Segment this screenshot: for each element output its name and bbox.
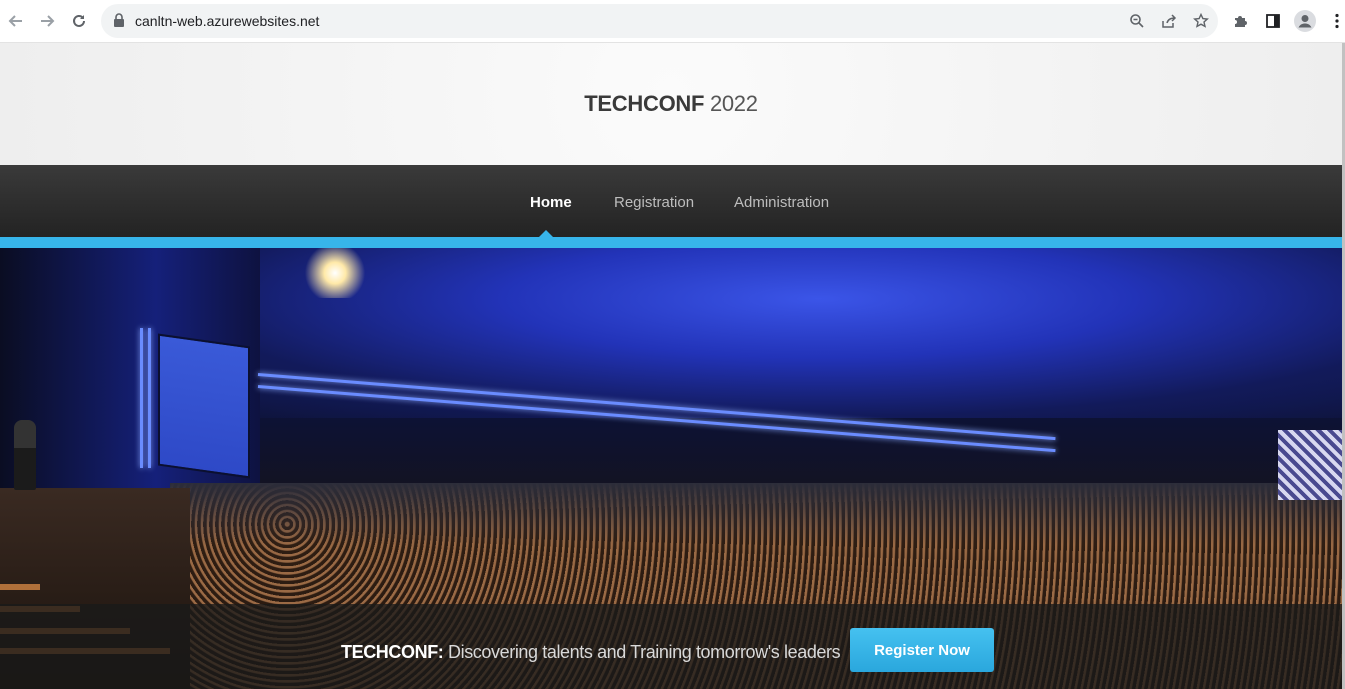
browser-menu-button[interactable] [1326,10,1345,32]
reload-button[interactable] [67,9,91,33]
site-brand: TECHCONF [584,91,705,116]
nav-administration[interactable]: Administration [734,194,829,211]
side-panel-button[interactable] [1262,10,1284,32]
profile-button[interactable] [1294,10,1316,32]
stage-screen [158,333,250,479]
share-button[interactable] [1159,11,1179,31]
kebab-menu-icon [1335,13,1339,29]
puzzle-icon [1235,16,1247,27]
bookmark-button[interactable] [1191,11,1211,31]
forward-button[interactable] [35,9,59,33]
tagline-text: Discovering talents and Training tomorro… [448,642,841,662]
extensions-button[interactable] [1230,10,1252,32]
hero-banner: TECHCONF: Discovering talents and Traini… [0,248,1342,689]
lock-icon [114,13,124,27]
zoom-button[interactable] [1127,11,1147,31]
side-panel-icon [1266,14,1280,28]
accent-bar [0,237,1342,248]
share-icon [1162,14,1177,28]
address-bar[interactable]: canltn-web.azurewebsites.net [101,4,1218,38]
zoom-icon [1130,14,1144,28]
main-navigation: Home Registration Administration [0,165,1342,238]
arrow-left-icon [8,15,22,27]
hero-cta-band: TECHCONF: Discovering talents and Traini… [0,604,1342,689]
arrow-right-icon [41,15,55,27]
star-icon [1193,13,1209,28]
profile-icon [1294,10,1316,32]
site-year: 2022 [709,91,758,116]
url-text[interactable]: canltn-web.azurewebsites.net [135,4,319,38]
site-header: TECHCONF 2022 [0,43,1342,165]
reload-icon [73,14,85,27]
site-title[interactable]: TECHCONF 2022 [0,91,1342,117]
browser-toolbar: canltn-web.azurewebsites.net [0,0,1345,43]
back-button[interactable] [4,9,28,33]
register-now-button[interactable]: Register Now [850,628,994,672]
hero-tagline: TECHCONF: Discovering talents and Traini… [341,642,841,663]
nav-home[interactable]: Home [530,194,572,211]
speaker-figure [14,420,36,490]
tagline-brand: TECHCONF: [341,642,444,662]
nav-registration[interactable]: Registration [614,194,694,211]
web-page: TECHCONF 2022 Home Registration Administ… [0,43,1342,689]
